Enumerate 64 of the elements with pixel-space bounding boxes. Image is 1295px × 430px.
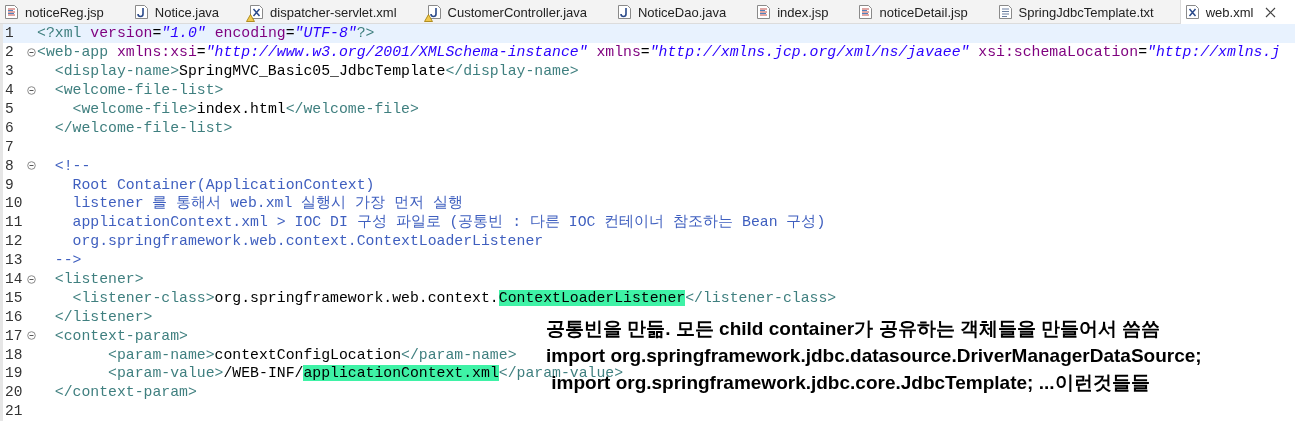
line-number: 6: [4, 119, 15, 136]
editor-tab[interactable]: index.jsp: [752, 0, 855, 24]
collapse-icon[interactable]: [27, 274, 36, 284]
file-icon: [4, 4, 19, 20]
code-line: <param-name>contextConfigLocation</param-name>: [107, 345, 517, 364]
line-number: 7: [4, 138, 15, 155]
line-number: 19: [4, 365, 24, 382]
file-icon: [426, 4, 442, 20]
line-number: 21: [4, 403, 24, 420]
code-line: <context-param>: [53, 326, 188, 345]
file-icon: [756, 4, 772, 20]
code-line: -->: [53, 251, 82, 270]
line-number: 20: [4, 384, 24, 401]
line-number: 12: [4, 233, 24, 250]
line-number: 9: [4, 176, 15, 193]
code-line: <web-app xmlns:xsi="http://www.w3.org/2001/XMLSchema-instance" xmlns="http://xmlns.jcp.org/xml/ns/javaee" xsi:schemaLocation="http://xmlns.j: [37, 43, 1281, 62]
code-line: <welcome-file-list>: [53, 81, 224, 100]
code-line: <?xml version="1.0" encoding="UTF-8"?>: [37, 24, 375, 43]
code-line: Root Container(ApplicationContext): [71, 175, 375, 194]
line-number: 2: [4, 44, 15, 61]
code-line: <welcome-file>index.html</welcome-file>: [71, 100, 419, 118]
collapse-icon[interactable]: [27, 161, 36, 171]
line-number: 17: [4, 327, 24, 344]
file-icon: [249, 4, 265, 20]
line-number: 3: [4, 63, 15, 80]
editor-tab[interactable]: CustomerController.java: [422, 0, 613, 24]
code-line: </listener>: [53, 307, 153, 326]
line-number: 5: [4, 101, 15, 117]
file-icon: [858, 4, 874, 20]
line-number: 15: [4, 289, 24, 306]
line-number: 8: [4, 157, 15, 174]
line-number: 16: [4, 308, 24, 325]
file-icon: [1184, 4, 1200, 20]
code-line: <display-name>SpringMVC_Basic05_JdbcTemplate</display-name>: [53, 62, 579, 81]
line-number: 13: [4, 252, 24, 269]
editor-tab[interactable]: noticeDetail.jsp: [854, 0, 994, 24]
line-number: 4: [4, 82, 15, 99]
code-line: <listener-class>org.springframework.web.context.ContextLoaderListener</listener-class>: [71, 288, 837, 307]
file-icon: [617, 4, 632, 20]
code-line: <!--: [53, 156, 91, 175]
collapse-icon[interactable]: [27, 331, 36, 341]
file-icon: [133, 4, 149, 20]
code-line: org.springframework.web.context.ContextLoaderListener: [71, 232, 544, 251]
annotation-text: 공통빈을 만듦. 모든 child container가 공유하는 객체들을 만들어서 씀씀: [546, 317, 1162, 341]
editor-tab[interactable]: web.xml: [1179, 0, 1295, 24]
editor-tab[interactable]: Notice.java: [129, 0, 246, 24]
line-number: 10: [4, 195, 24, 212]
editor-tab[interactable]: NoticeDao.java: [613, 0, 753, 24]
code-line: <listener>: [53, 270, 144, 288]
code-line: listener 를 통해서 web.xml 실행시 가장 먼저 실행: [71, 194, 463, 213]
editor-tab[interactable]: SpringJdbcTemplate.txt: [993, 0, 1180, 24]
line-number: 14: [4, 271, 24, 287]
close-icon[interactable]: [1265, 6, 1277, 18]
code-line: </context-param>: [53, 383, 197, 402]
collapse-icon[interactable]: [27, 47, 36, 57]
editor-tab[interactable]: dispatcher-servlet.xml: [245, 0, 423, 24]
code-line: applicationContext.xml > IOC DI 구성 파일로 (공통빈 : 다른 IOC 컨테이너 참조하는 Bean 구성): [71, 213, 826, 232]
code-line: </welcome-file-list>: [53, 118, 233, 137]
collapse-icon[interactable]: [27, 85, 36, 95]
file-icon: [997, 4, 1013, 20]
line-number: 11: [4, 214, 24, 231]
editor-tab[interactable]: noticeReg.jsp: [0, 0, 130, 24]
line-number: 1: [4, 25, 15, 42]
line-number: 18: [4, 346, 24, 363]
